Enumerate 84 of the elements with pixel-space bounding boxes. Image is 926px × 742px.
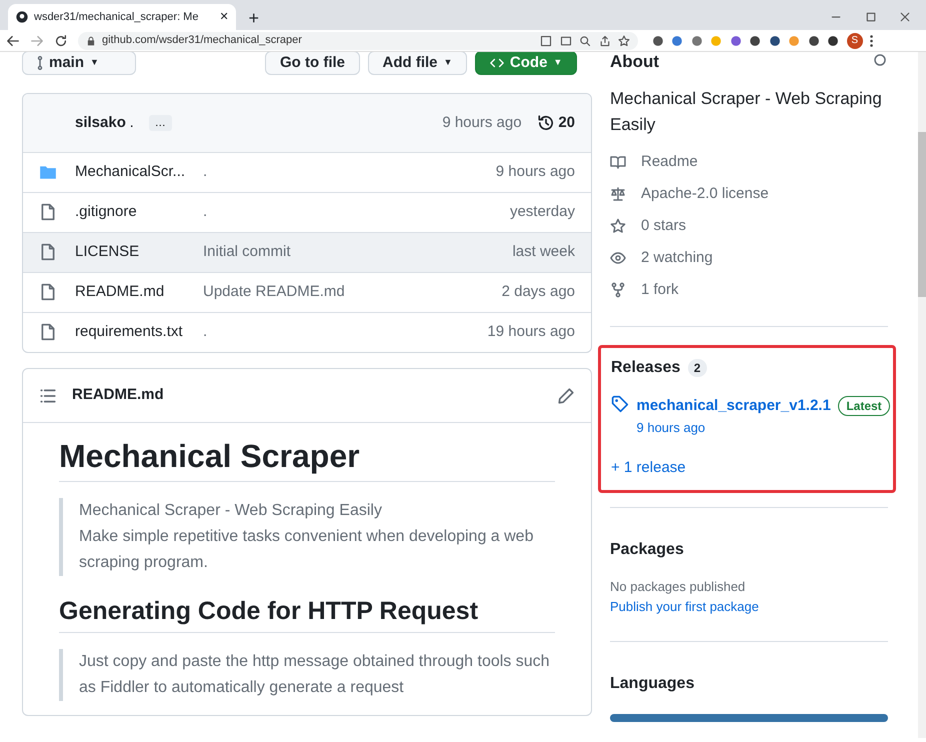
about-link[interactable]: 1 fork	[641, 278, 679, 302]
commit-message[interactable]: .	[203, 201, 208, 224]
code-button[interactable]: Code ▼	[474, 52, 578, 75]
extension-icon[interactable]	[652, 34, 664, 46]
branch-button[interactable]: main ▼	[22, 52, 136, 75]
releases-heading[interactable]: Releases	[611, 356, 680, 380]
fork-icon	[610, 282, 626, 298]
book-icon	[610, 154, 626, 170]
list-icon[interactable]	[39, 386, 57, 404]
address-bar[interactable]: github.com/wsder31/mechanical_scraper	[78, 32, 638, 50]
packages-note: No packages published	[610, 578, 746, 596]
about-link[interactable]: Readme	[641, 150, 698, 174]
file-name[interactable]: README.md	[75, 281, 203, 304]
close-icon[interactable]	[899, 10, 911, 22]
file-name[interactable]: requirements.txt	[75, 321, 203, 344]
commit-time: 19 hours ago	[487, 322, 575, 342]
commit-time: last week	[512, 242, 575, 262]
quote-text: Make simple repetitive tasks convenient when developing a web scraping program.	[79, 527, 534, 574]
back-icon[interactable]	[6, 34, 20, 48]
file-icon	[39, 323, 57, 342]
commit-time: 9 hours ago	[496, 162, 575, 182]
about-link[interactable]: Apache-2.0 license	[641, 182, 769, 206]
quote-text: Mechanical Scraper - Web Scraping Easily	[79, 501, 383, 522]
commit-time: 2 days ago	[502, 282, 575, 302]
extension-icon[interactable]	[827, 34, 840, 46]
commit-message[interactable]: Update README.md	[203, 281, 345, 304]
maximize-icon[interactable]	[864, 10, 876, 22]
scale-icon	[610, 186, 626, 202]
new-tab-button[interactable]: +	[248, 8, 259, 28]
about-heading: About	[610, 52, 660, 72]
browser-tab[interactable]: wsder31/mechanical_scraper: Me ✕	[8, 4, 236, 30]
install-icon[interactable]	[540, 34, 552, 46]
file-icon	[39, 283, 57, 302]
more-releases-link[interactable]: + 1 release	[611, 457, 686, 480]
commit-time: yesterday	[510, 202, 575, 222]
code-icon	[490, 56, 504, 70]
file-icon	[39, 203, 57, 222]
pencil-icon[interactable]	[557, 386, 575, 404]
commit-count[interactable]: 20	[536, 112, 575, 134]
quote-text: Just copy and paste the http message obtained through tools such as Fiddler to automatically generate a request	[79, 652, 551, 698]
zoom-icon[interactable]	[579, 34, 591, 46]
about-link[interactable]: 0 stars	[641, 214, 686, 238]
tag-icon	[611, 395, 629, 413]
file-name[interactable]: MechanicalScr...	[75, 161, 203, 184]
release-link[interactable]: mechanical_scraper_v1.2.1	[636, 395, 831, 418]
readme-title[interactable]: README.md	[72, 384, 164, 407]
bookmark-star-icon[interactable]	[618, 34, 630, 46]
star-icon	[610, 218, 626, 234]
go-to-file-button[interactable]: Go to file	[265, 52, 360, 75]
packages-heading[interactable]: Packages	[610, 538, 888, 562]
expand-button[interactable]: …	[148, 114, 172, 132]
scrollbar-thumb[interactable]	[918, 132, 926, 297]
extension-icon[interactable]	[808, 34, 820, 46]
profile-avatar[interactable]: S	[846, 32, 863, 48]
latest-label: Latest	[838, 396, 890, 416]
commit-time: 9 hours ago	[442, 112, 522, 133]
commit-author[interactable]: silsako	[75, 112, 126, 134]
menu-icon[interactable]	[870, 34, 874, 46]
commit-message[interactable]: .	[203, 161, 208, 184]
publish-package-link[interactable]: Publish your first package	[610, 599, 759, 614]
lock-icon	[86, 36, 96, 46]
commit-message[interactable]: Initial commit	[203, 241, 291, 264]
readme-heading: Mechanical Scraper	[59, 437, 555, 482]
reload-icon[interactable]	[54, 34, 68, 48]
add-file-button[interactable]: Add file ▼	[368, 52, 468, 75]
branch-icon	[37, 56, 43, 70]
extension-icon[interactable]	[749, 34, 762, 46]
file-name[interactable]: LICENSE	[75, 241, 203, 264]
release-count: 2	[688, 359, 707, 377]
share-icon[interactable]	[598, 34, 610, 46]
repo-description: Mechanical Scraper - Web Scraping Easily	[610, 88, 883, 136]
translate-icon[interactable]	[560, 34, 572, 46]
close-tab-button[interactable]: ✕	[219, 8, 228, 26]
file-icon	[39, 243, 57, 262]
commit-message[interactable]: .	[130, 112, 134, 134]
commit-message[interactable]: .	[203, 321, 208, 344]
about-link[interactable]: 2 watching	[641, 246, 713, 270]
release-time: 9 hours ago	[636, 418, 706, 437]
file-name[interactable]: .gitignore	[75, 201, 203, 224]
extension-icon[interactable]	[768, 34, 781, 46]
eye-icon	[610, 250, 626, 266]
languages-heading: Languages	[610, 674, 696, 694]
history-icon	[536, 114, 555, 132]
readme-subheading: Generating Code for HTTP Request	[59, 596, 555, 634]
